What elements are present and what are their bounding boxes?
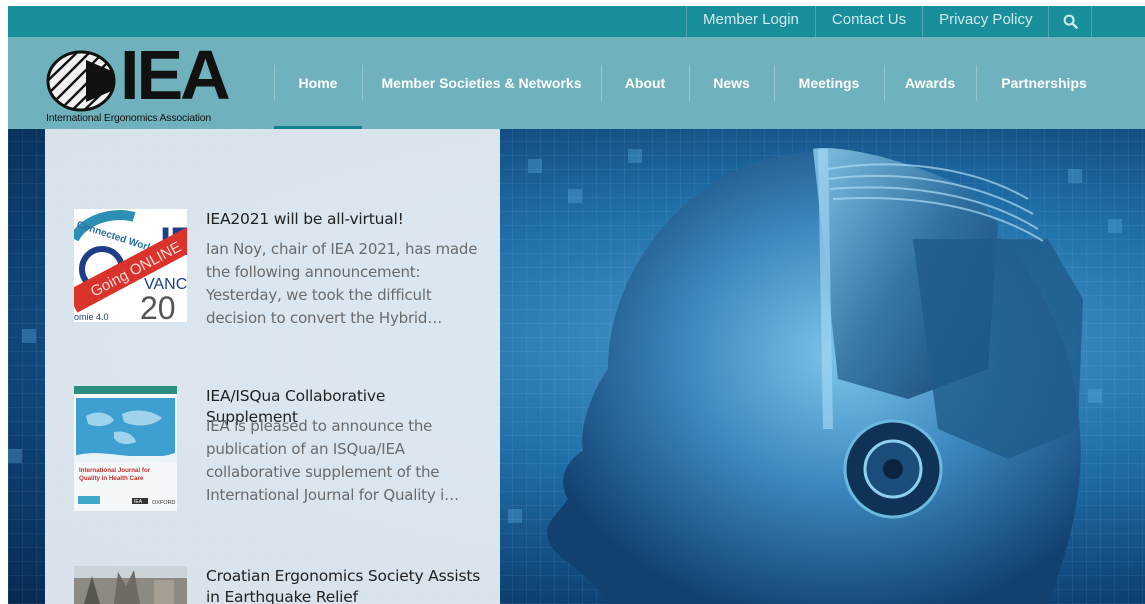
nav-news[interactable]: News <box>689 37 774 129</box>
news-excerpt: IEA is pleased to announce the publicati… <box>206 417 459 504</box>
nav-home[interactable]: Home <box>274 37 362 129</box>
hero-slider: Connected World I E VANCO 20 omie 4.0 Go… <box>8 129 1145 604</box>
nav-separator <box>362 65 363 101</box>
thumb-year-fragment: 20 <box>140 290 176 322</box>
globe-logo-icon <box>46 50 116 112</box>
nav-label-home: Home <box>298 75 338 91</box>
iea-logo[interactable]: IEA International Ergonomics Association <box>44 40 232 125</box>
nav-separator <box>976 65 977 101</box>
journal-title-line-1: International Journal for <box>79 467 151 474</box>
logo-wordmark: IEA <box>120 36 231 114</box>
news-thumbnail[interactable]: Connected World I E VANCO 20 omie 4.0 Go… <box>74 209 187 322</box>
journal-cover-image: International Journal for Quality in Hea… <box>74 386 177 511</box>
utility-links: Member Login Contact Us Privacy Policy <box>686 6 1093 37</box>
news-excerpt: Ian Noy, chair of IEA 2021, has made the… <box>206 240 478 327</box>
nav-awards[interactable]: Awards <box>884 37 976 129</box>
nav-meetings[interactable]: Meetings <box>774 37 884 129</box>
nav-separator <box>601 65 602 101</box>
site-header: IEA International Ergonomics Association… <box>8 37 1145 129</box>
earthquake-thumbnail-image <box>74 566 187 604</box>
nav-separator <box>884 65 885 101</box>
news-item[interactable]: Connected World I E VANCO 20 omie 4.0 Go… <box>74 209 477 339</box>
logo-tagline: International Ergonomics Association <box>46 112 211 124</box>
nav-member-societies[interactable]: Member Societies & Networks <box>362 37 601 129</box>
search-button[interactable] <box>1048 6 1093 37</box>
news-title[interactable]: IEA2021 will be all-virtual! <box>206 209 481 230</box>
nav-label-meetings: Meetings <box>798 75 860 91</box>
cover-logo-iea: IEA <box>134 499 143 505</box>
browser-viewport: Member Login Contact Us Privacy Policy I… <box>8 6 1145 604</box>
news-thumbnail[interactable] <box>74 566 187 604</box>
iea2021-thumbnail-image: Connected World I E VANCO 20 omie 4.0 Go… <box>74 209 187 322</box>
thumb-corner-text: omie 4.0 <box>74 312 109 322</box>
nav-separator <box>274 65 275 101</box>
news-title[interactable]: Croatian Ergonomics Society Assists in E… <box>206 566 481 604</box>
utility-bar: Member Login Contact Us Privacy Policy <box>8 6 1145 37</box>
nav-separator <box>774 65 775 101</box>
nav-separator <box>689 65 690 101</box>
news-item[interactable]: Croatian Ergonomics Society Assists in E… <box>74 566 480 604</box>
news-thumbnail[interactable]: International Journal for Quality in Hea… <box>74 386 177 511</box>
cover-logo-oxford: OXFORD <box>152 500 176 506</box>
member-login-link[interactable]: Member Login <box>686 6 815 37</box>
main-nav: Home Member Societies & Networks About N… <box>274 37 1112 129</box>
privacy-policy-link[interactable]: Privacy Policy <box>922 6 1048 37</box>
search-icon <box>1063 14 1078 29</box>
news-panel: Connected World I E VANCO 20 omie 4.0 Go… <box>45 129 500 604</box>
journal-title-line-2: Quality in Health Care <box>79 475 144 482</box>
nav-label-awards: Awards <box>904 75 956 91</box>
nav-label-member-societies: Member Societies & Networks <box>381 75 582 91</box>
nav-label-partnerships: Partnerships <box>1001 75 1087 91</box>
nav-label-news: News <box>713 75 750 91</box>
news-item[interactable]: International Journal for Quality in Hea… <box>74 386 474 516</box>
nav-partnerships[interactable]: Partnerships <box>976 37 1112 129</box>
nav-label-about: About <box>624 75 666 91</box>
nav-about[interactable]: About <box>601 37 689 129</box>
contact-us-link[interactable]: Contact Us <box>814 6 922 37</box>
